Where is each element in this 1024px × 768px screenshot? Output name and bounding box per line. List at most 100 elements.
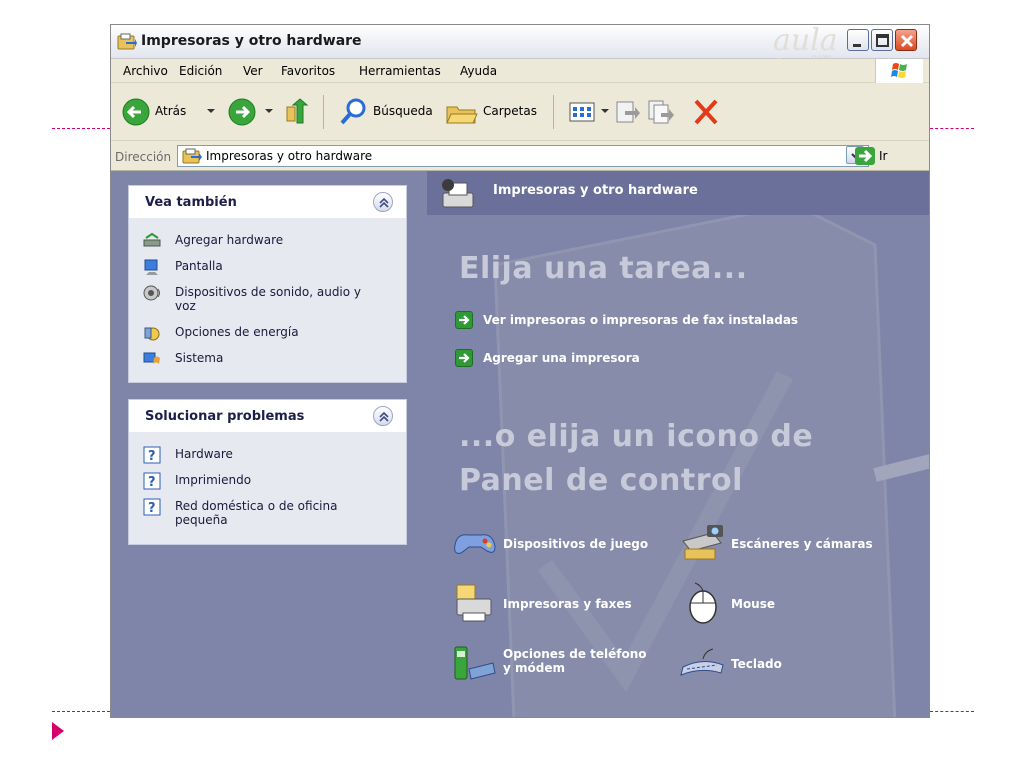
svg-text:?: ? [148, 449, 156, 464]
move-to-icon[interactable] [613, 97, 641, 127]
cp-printers-faxes[interactable]: Impresoras y faxes [451, 581, 661, 627]
menu-herramientas[interactable]: Herramientas [359, 64, 441, 78]
content-area: Vea también Agregar hardware Pantalla Di… [111, 171, 929, 717]
category-title: Impresoras y otro hardware [493, 183, 698, 198]
menu-favoritos[interactable]: Favoritos [281, 64, 335, 78]
forward-arrow-icon[interactable] [227, 97, 257, 127]
sidebar-item-sound-devices[interactable]: Dispositivos de sonido, audio y voz [143, 284, 405, 318]
sidebar-item-label: Dispositivos de sonido, audio y voz [175, 285, 362, 313]
sidebar-item-system[interactable]: Sistema [143, 350, 405, 370]
folders-button[interactable]: Carpetas [483, 104, 537, 118]
troubleshoot-panel: Solucionar problemas ? Hardware ? Imprim… [128, 399, 407, 545]
back-button[interactable]: Atrás [155, 104, 186, 118]
go-arrow-icon[interactable] [855, 147, 875, 165]
minimize-icon [853, 44, 861, 47]
printer-hardware-icon [442, 179, 474, 208]
cp-mouse[interactable]: Mouse [679, 581, 879, 627]
cp-game-controllers[interactable]: Dispositivos de juego [451, 521, 661, 567]
right-arrow-icon [459, 353, 470, 363]
sidebar-item-power-options[interactable]: Opciones de energía [143, 324, 405, 344]
power-options-icon [144, 327, 160, 341]
help-icon: ? [143, 498, 161, 516]
maximize-button[interactable] [871, 29, 893, 51]
toolbar-separator [323, 95, 324, 129]
sidebar-item-label: Red doméstica o de oficina pequeña [175, 499, 338, 527]
explorer-window: Impresoras y otro hardware aula com Clic [110, 24, 930, 718]
collapse-button[interactable] [373, 192, 393, 212]
close-button[interactable] [895, 29, 917, 51]
sidebar-item-printing-help[interactable]: ? Imprimiendo [143, 472, 405, 492]
pick-task-heading: Elija una tarea... [459, 251, 748, 286]
task-label: Ver impresoras o impresoras de fax insta… [483, 313, 799, 327]
back-arrow-icon[interactable] [121, 97, 151, 127]
help-icon: ? [143, 446, 161, 464]
sidebar-item-label: Sistema [175, 351, 224, 365]
sidebar-item-add-hardware[interactable]: Agregar hardware [143, 232, 405, 252]
windows-logo [875, 59, 923, 83]
play-arrow-icon[interactable] [52, 722, 64, 740]
search-icon[interactable] [339, 97, 369, 127]
troubleshoot-header[interactable]: Solucionar problemas [129, 400, 406, 432]
sidebar-item-network-help[interactable]: ? Red doméstica o de oficina pequeña [143, 498, 405, 532]
address-value: Impresoras y otro hardware [206, 149, 373, 163]
keyboard-icon [680, 648, 724, 676]
title-bar[interactable]: Impresoras y otro hardware aula com Clic [111, 24, 929, 104]
right-arrow-icon [459, 315, 470, 325]
menu-ayuda[interactable]: Ayuda [460, 64, 497, 78]
menu-ver[interactable]: Ver [243, 64, 263, 78]
speaker-icon [143, 285, 160, 301]
go-arrow-shape-icon [859, 149, 873, 163]
back-dropdown-icon[interactable] [207, 109, 215, 113]
minimize-button[interactable] [847, 29, 869, 51]
guide-line-right-top [930, 128, 974, 129]
sidebar-item-label: Pantalla [175, 259, 223, 273]
printer-folder-icon [182, 148, 202, 164]
guide-line-left-bottom [52, 711, 110, 712]
views-dropdown-icon[interactable] [601, 109, 609, 113]
see-also-panel: Vea también Agregar hardware Pantalla Di… [128, 185, 407, 383]
see-also-title: Vea también [145, 195, 237, 210]
display-icon [144, 259, 158, 275]
sidebar-item-label: Hardware [175, 447, 233, 461]
guide-line-left-top [52, 128, 110, 129]
svg-text:?: ? [148, 501, 156, 516]
mouse-icon [689, 582, 717, 624]
cp-label: Impresoras y faxes [503, 597, 632, 611]
folders-icon[interactable] [445, 97, 479, 127]
troubleshoot-title: Solucionar problemas [145, 409, 305, 424]
copy-to-icon[interactable] [647, 97, 675, 127]
cp-phone-modem[interactable]: Opciones de teléfono y módem [451, 641, 671, 687]
chevron-up-icon [379, 197, 389, 208]
delete-icon[interactable] [691, 97, 721, 127]
up-folder-icon[interactable] [281, 97, 311, 127]
page: Impresoras y otro hardware aula com Clic [0, 0, 1024, 768]
menu-edicion[interactable]: Edición [179, 64, 222, 78]
menu-archivo[interactable]: Archivo [123, 64, 168, 78]
guide-line-right-bottom [930, 711, 974, 712]
system-icon [143, 352, 160, 364]
cp-scanners-cameras[interactable]: Escáneres y cámaras [679, 521, 909, 567]
search-button[interactable]: Búsqueda [373, 104, 433, 118]
collapse-button[interactable] [373, 406, 393, 426]
gamepad-icon [454, 534, 496, 554]
address-label: Dirección [115, 150, 172, 164]
close-icon [900, 34, 914, 48]
sidebar-item-hardware-help[interactable]: ? Hardware [143, 446, 405, 466]
go-button[interactable]: Ir [879, 149, 887, 163]
see-also-header[interactable]: Vea también [129, 186, 406, 218]
sidebar-item-display[interactable]: Pantalla [143, 258, 405, 278]
cp-label: Teclado [731, 657, 782, 671]
address-input[interactable]: Impresoras y otro hardware [177, 145, 869, 167]
scanner-camera-icon [682, 525, 723, 560]
category-pane: Impresoras y otro hardware Elija una tar… [427, 171, 929, 717]
pick-icon-heading-line2: Panel de control [459, 463, 743, 498]
sidebar-item-label: Agregar hardware [175, 233, 284, 247]
views-icon[interactable] [567, 97, 597, 127]
windows-flag-icon [891, 63, 907, 78]
logo-text-aula: aula [773, 24, 838, 58]
help-icon: ? [143, 472, 161, 490]
address-bar: Dirección Impresoras y otro hardware Ir [111, 141, 929, 171]
forward-dropdown-icon[interactable] [265, 109, 273, 113]
cp-keyboard[interactable]: Teclado [679, 641, 879, 687]
add-hardware-icon [143, 232, 161, 247]
